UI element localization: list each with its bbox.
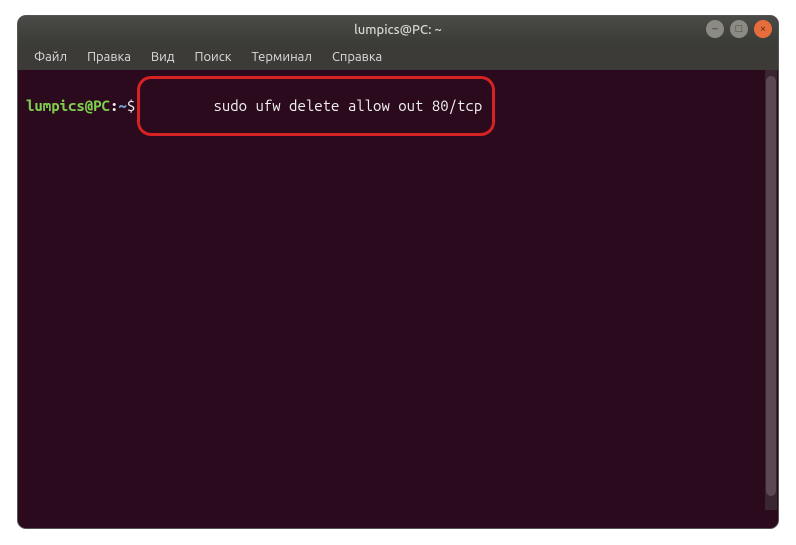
terminal-window: lumpics@PC: ~ – □ × Файл Правка Вид Поис…	[18, 16, 778, 528]
prompt-user-host: lumpics@PC	[26, 97, 110, 115]
menu-view[interactable]: Вид	[143, 48, 183, 66]
prompt-path: ~	[118, 97, 126, 115]
close-button[interactable]: ×	[754, 20, 772, 38]
titlebar: lumpics@PC: ~ – □ ×	[18, 16, 778, 44]
prompt-colon: :	[110, 97, 118, 115]
menu-edit[interactable]: Правка	[79, 48, 139, 66]
menubar: Файл Правка Вид Поиск Терминал Справка	[18, 44, 778, 70]
window-controls: – □ ×	[706, 20, 772, 38]
menu-terminal[interactable]: Терминал	[243, 48, 319, 66]
command-text: sudo ufw delete allow out 80/tcp	[213, 97, 482, 114]
menu-file[interactable]: Файл	[26, 48, 75, 66]
maximize-button[interactable]: □	[730, 20, 748, 38]
minimize-button[interactable]: –	[706, 20, 724, 38]
scrollbar-thumb[interactable]	[766, 76, 776, 496]
menu-help[interactable]: Справка	[324, 48, 390, 66]
window-title: lumpics@PC: ~	[18, 23, 778, 37]
terminal-body[interactable]: lumpics@PC:~$ sudo ufw delete allow out …	[18, 70, 778, 528]
prompt-line: lumpics@PC:~$ sudo ufw delete allow out …	[26, 76, 770, 136]
menu-search[interactable]: Поиск	[186, 48, 239, 66]
scrollbar-vertical[interactable]	[765, 70, 777, 510]
command-highlight: sudo ufw delete allow out 80/tcp	[137, 76, 495, 136]
prompt-symbol: $	[127, 97, 135, 115]
